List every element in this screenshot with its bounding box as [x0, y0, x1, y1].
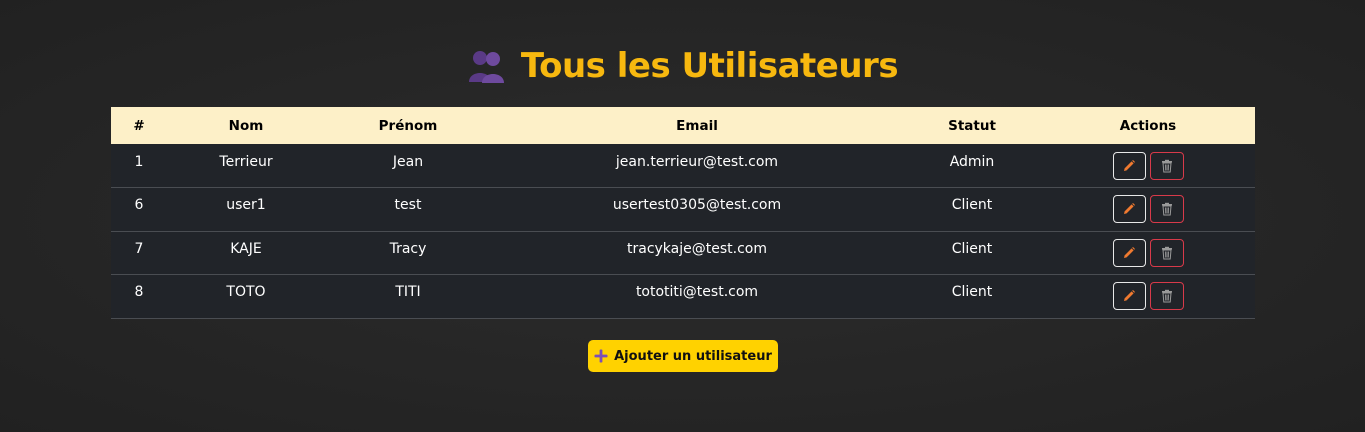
title-row: Tous les Utilisateurs: [0, 44, 1365, 88]
cell-actions: [1041, 231, 1255, 275]
cell-prenom: TITI: [395, 284, 421, 301]
cell-id: 7: [134, 240, 144, 257]
cell-nom: user1: [226, 197, 266, 214]
users-icon: [467, 48, 507, 84]
add-user-button[interactable]: Ajouter un utilisateur: [588, 340, 778, 372]
cell-prenom: Jean: [392, 153, 424, 170]
trash-icon: [1161, 290, 1172, 303]
cell-prenom: test: [394, 197, 422, 214]
cell-email: tracykaje@test.com: [627, 240, 767, 257]
cell-statut: Client: [951, 240, 993, 257]
cell-nom: TOTO: [226, 284, 266, 301]
table-row: 6 user1 test usertest0305@test.com Clien…: [111, 187, 1255, 232]
cell-actions: [1041, 144, 1255, 188]
cell-statut: Admin: [949, 153, 995, 170]
column-header-prenom: Prénom: [378, 117, 438, 134]
add-user-label: Ajouter un utilisateur: [614, 348, 772, 364]
cell-prenom: Tracy: [389, 240, 427, 257]
page-title: Tous les Utilisateurs: [520, 46, 899, 86]
cell-email: jean.terrieur@test.com: [615, 153, 779, 170]
edit-button[interactable]: [1112, 282, 1146, 311]
column-header-id: #: [133, 117, 145, 134]
cell-actions: [1041, 275, 1255, 319]
pencil-icon: [1124, 290, 1135, 302]
delete-button[interactable]: [1149, 238, 1184, 267]
table-row: 7 KAJE Tracy tracykaje@test.com Client: [111, 231, 1255, 275]
cell-id: 8: [134, 284, 144, 301]
delete-button[interactable]: [1149, 151, 1184, 180]
page: Tous les Utilisateurs # Nom Prénom Email…: [0, 0, 1365, 432]
column-header-nom: Nom: [228, 117, 264, 134]
column-header-actions: Actions: [1119, 117, 1177, 134]
cell-nom: Terrieur: [219, 153, 273, 170]
delete-button[interactable]: [1149, 282, 1184, 311]
table-row: 1 Terrieur Jean jean.terrieur@test.com A…: [111, 144, 1255, 188]
cell-email: tototiti@test.com: [635, 284, 759, 301]
cell-email: usertest0305@test.com: [612, 197, 782, 214]
table-header-row: # Nom Prénom Email Statut Actions: [111, 107, 1255, 144]
users-table: # Nom Prénom Email Statut Actions 1 Terr…: [111, 107, 1255, 319]
cell-id: 1: [134, 153, 144, 170]
pencil-icon: [1124, 159, 1135, 171]
pencil-icon: [1124, 203, 1135, 215]
column-header-statut: Statut: [948, 117, 996, 134]
cell-actions: [1041, 188, 1255, 232]
trash-icon: [1161, 246, 1172, 260]
cell-id: 6: [134, 197, 144, 214]
pencil-icon: [1124, 246, 1135, 258]
trash-icon: [1161, 203, 1172, 216]
cell-statut: Client: [951, 197, 993, 214]
delete-button[interactable]: [1149, 195, 1184, 224]
cell-nom: KAJE: [230, 240, 262, 257]
edit-button[interactable]: [1112, 238, 1146, 267]
plus-icon: [594, 349, 608, 363]
column-header-email: Email: [676, 117, 718, 134]
edit-button[interactable]: [1112, 151, 1146, 180]
trash-icon: [1161, 159, 1172, 172]
edit-button[interactable]: [1112, 195, 1146, 224]
cell-statut: Client: [951, 284, 993, 301]
table-row: 8 TOTO TITI tototiti@test.com Client: [111, 274, 1255, 319]
